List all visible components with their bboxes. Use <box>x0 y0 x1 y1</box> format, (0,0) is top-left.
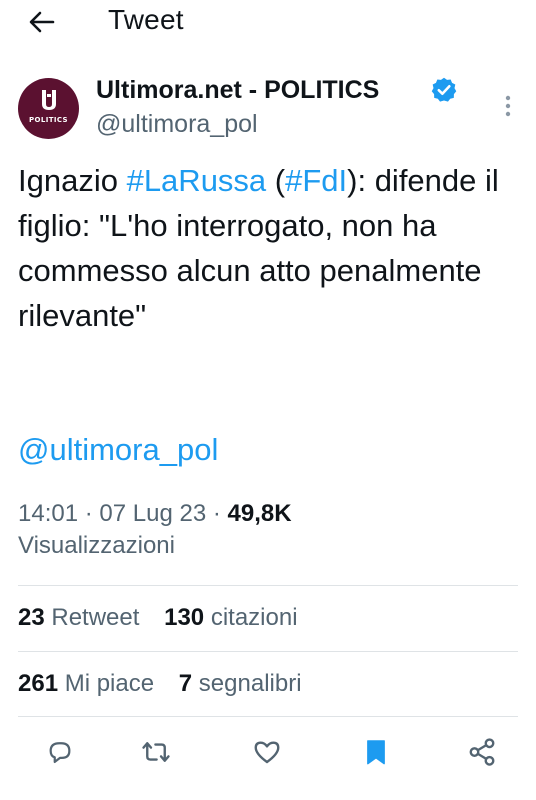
bookmarks-label: segnalibri <box>198 670 302 697</box>
stats-row: 23 Retweet 130 citazioni <box>18 604 316 632</box>
tweet-text: Ignazio #LaRussa (#FdI): difende il figl… <box>18 158 523 338</box>
share-button[interactable] <box>460 730 504 774</box>
author-display-name[interactable]: Ultimora.net - POLITICS <box>96 76 379 105</box>
views-label: Visualizzazioni <box>18 532 175 559</box>
tweet-date[interactable]: 07 Lug 23 <box>99 500 206 527</box>
bookmarks-count: 7 <box>178 670 193 697</box>
likes-count: 261 <box>18 670 59 697</box>
heart-icon <box>254 741 280 764</box>
likes-stat[interactable]: 261 Mi piace <box>18 670 154 698</box>
tweet-text-part: Ignazio <box>18 163 127 198</box>
divider <box>18 585 518 586</box>
hashtag-link[interactable]: #LaRussa <box>127 163 267 198</box>
avatar-label: POLITICS <box>28 116 69 124</box>
hashtag-link[interactable]: #FdI <box>285 163 347 198</box>
quotes-label: citazioni <box>210 604 298 631</box>
divider <box>18 716 518 717</box>
top-bar: Tweet <box>0 0 536 48</box>
bookmark-button[interactable] <box>354 730 398 774</box>
reply-icon <box>49 742 71 764</box>
meta-separator: · <box>212 500 221 527</box>
tweet-text-part: ( <box>266 163 286 198</box>
retweets-label: Retweet <box>51 604 140 631</box>
views-count: 49,8K <box>227 500 292 527</box>
action-bar <box>0 730 536 774</box>
bookmark-icon <box>367 740 385 765</box>
retweets-count: 23 <box>18 604 45 631</box>
likes-label: Mi piace <box>64 670 155 697</box>
back-button[interactable] <box>26 6 58 38</box>
share-icon <box>469 738 495 766</box>
tweet-meta: 14:01 · 07 Lug 23 · 49,8K <box>18 496 518 532</box>
retweets-stat[interactable]: 23 Retweet <box>18 604 139 632</box>
ultimora-logo-icon <box>42 90 56 110</box>
retweet-button[interactable] <box>134 730 178 774</box>
tweet-time[interactable]: 14:01 <box>18 500 78 527</box>
author-handle[interactable]: @ultimora_pol <box>96 110 258 139</box>
quotes-count: 130 <box>164 604 205 631</box>
stats-row: 261 Mi piace 7 segnalibri <box>18 670 320 698</box>
mention-link[interactable]: @ultimora_pol <box>18 432 218 468</box>
more-vertical-icon[interactable] <box>500 90 516 122</box>
avatar[interactable]: POLITICS <box>18 78 79 139</box>
bookmarks-stat[interactable]: 7 segnalibri <box>179 670 302 698</box>
verified-badge-icon <box>431 77 457 102</box>
quotes-stat[interactable]: 130 citazioni <box>164 604 297 632</box>
meta-separator: · <box>84 500 93 527</box>
retweet-icon <box>142 742 170 762</box>
divider <box>18 651 518 652</box>
reply-button[interactable] <box>38 730 82 774</box>
arrow-left-icon <box>29 11 55 33</box>
page-title: Tweet <box>108 4 184 35</box>
like-button[interactable] <box>245 730 289 774</box>
